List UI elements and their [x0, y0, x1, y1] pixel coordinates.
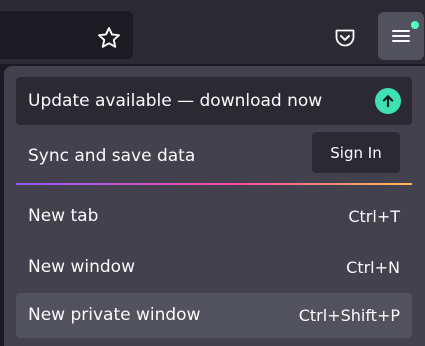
- arrow-up-circle-icon: [375, 88, 401, 114]
- pocket-button[interactable]: [328, 21, 362, 55]
- menu-item-shortcut: Ctrl+Shift+P: [298, 306, 400, 325]
- sign-in-button[interactable]: Sign In: [312, 132, 400, 173]
- pocket-icon: [335, 29, 355, 47]
- menu-item-new-private-window[interactable]: New private window Ctrl+Shift+P: [16, 293, 412, 338]
- star-icon: [98, 27, 120, 48]
- bookmark-star-button[interactable]: [92, 21, 126, 55]
- update-label: Update available — download now: [28, 91, 323, 111]
- menu-item-label: New tab: [28, 206, 99, 226]
- account-separator: [16, 183, 412, 185]
- menu-item-new-window[interactable]: New window Ctrl+N: [16, 245, 412, 290]
- navigation-toolbar: [0, 0, 425, 64]
- update-available-item[interactable]: Update available — download now: [16, 77, 412, 125]
- hamburger-menu-icon: [392, 30, 410, 42]
- menu-item-new-tab[interactable]: New tab Ctrl+T: [16, 194, 412, 239]
- update-notification-dot: [411, 21, 419, 29]
- app-menu-button[interactable]: [378, 12, 424, 60]
- menu-item-shortcut: Ctrl+N: [346, 258, 400, 277]
- menu-item-label: New private window: [28, 305, 201, 325]
- sync-label: Sync and save data: [28, 146, 196, 166]
- menu-item-shortcut: Ctrl+T: [348, 207, 400, 226]
- menu-item-label: New window: [28, 257, 135, 277]
